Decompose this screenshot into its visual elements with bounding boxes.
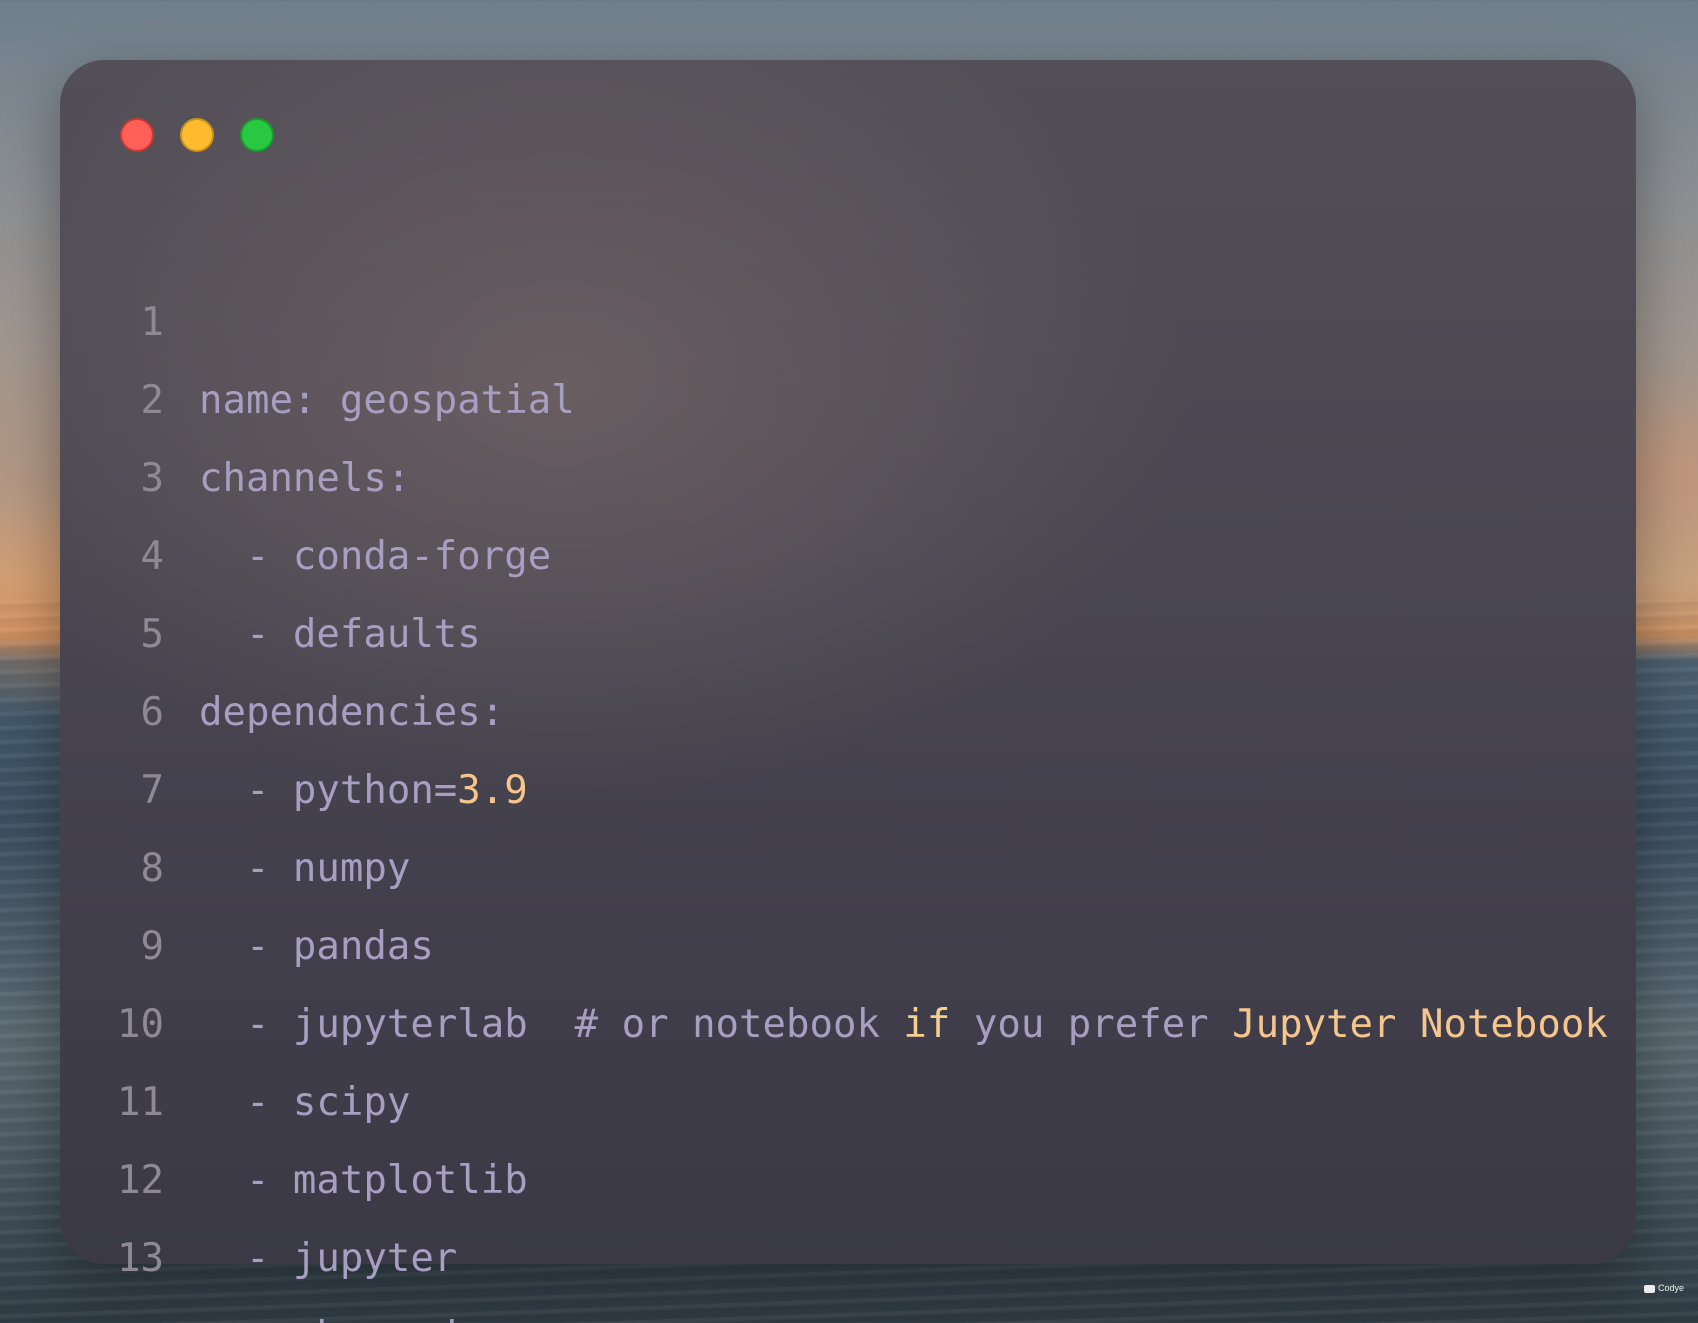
code-line: 12 - jupyter — [0, 1064, 1698, 1281]
code-line: 7 - numpy — [0, 674, 1698, 891]
code-line: 10 - scipy — [0, 908, 1698, 1125]
line-number: 13 — [117, 1236, 164, 1281]
code-line: 13 - nb_conda — [0, 1142, 1698, 1323]
code-line: 4 - defaults — [0, 440, 1698, 657]
watermark-label: Codye — [1657, 1283, 1684, 1293]
code-line: 3 - conda-forge — [0, 362, 1698, 579]
codye-watermark: Codye — [1643, 1283, 1684, 1293]
code-line: 8 - pandas — [0, 752, 1698, 969]
code-line: 2 channels: — [0, 284, 1698, 501]
maximize-dot-icon[interactable] — [240, 118, 274, 152]
codye-logo-icon — [1643, 1284, 1655, 1293]
minimize-dot-icon[interactable] — [180, 118, 214, 152]
code-line: 1 name: geospatial — [0, 206, 1698, 423]
code-line: 6 - python=3.9 — [0, 596, 1698, 813]
code-line: 11 - matplotlib — [0, 986, 1698, 1203]
code-text: - jupyter — [199, 1236, 458, 1281]
code-line: 5 dependencies: — [0, 518, 1698, 735]
close-dot-icon[interactable] — [120, 118, 154, 152]
code-line: 9 - jupyterlab # or notebook if you pref… — [0, 830, 1698, 1047]
code-text: - nb_conda — [199, 1298, 481, 1323]
